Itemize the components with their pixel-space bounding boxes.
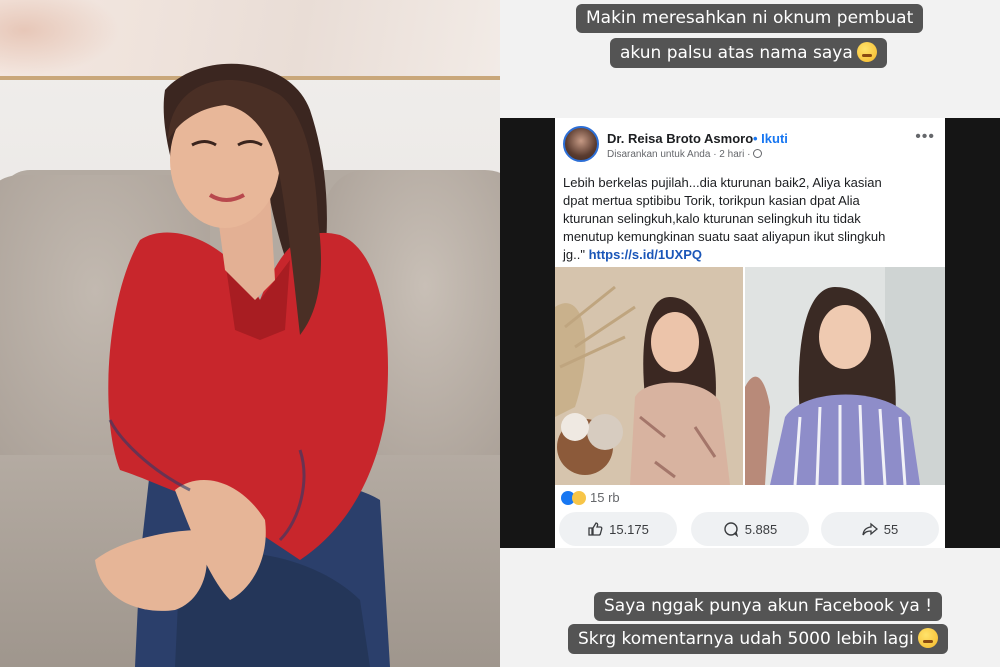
- post-body-line: menutup kemungkinan suatu saat aliyapun …: [563, 229, 886, 244]
- post-body-line: kturunan selingkuh,kalo kturunan selingk…: [563, 211, 861, 226]
- share-count: 55: [883, 521, 899, 537]
- facebook-post-card: Dr. Reisa Broto Asmoro • Ikuti Disaranka…: [555, 118, 945, 548]
- post-photo-right[interactable]: [745, 267, 945, 485]
- post-body-line: dpat mertua sptibibu Torik, torikpun kas…: [563, 193, 860, 208]
- haha-reaction-icon: [572, 491, 586, 505]
- top-caption-text2: akun palsu atas nama saya: [620, 43, 853, 63]
- woman-figure: [95, 63, 390, 667]
- reactions-summary[interactable]: 15 rb: [561, 490, 620, 505]
- woman-floral-blouse-illustration: [555, 267, 743, 485]
- share-button[interactable]: 55: [821, 512, 939, 546]
- top-caption-line1: Makin meresahkan ni oknum pembuat: [576, 4, 924, 33]
- top-caption-text1: Makin meresahkan ni oknum pembuat: [586, 8, 914, 28]
- author-name[interactable]: Dr. Reisa Broto Asmoro: [607, 131, 753, 146]
- woman-striped-shirt-illustration: [745, 267, 945, 485]
- post-meta: Disarankan untuk Anda · 2 hari ·: [607, 149, 763, 160]
- post-photo-left[interactable]: [555, 267, 743, 485]
- portrait-photo: [0, 0, 500, 667]
- like-icon: [588, 522, 603, 536]
- bottom-caption-text1: Saya nggak punya akun Facebook ya !: [604, 596, 933, 616]
- top-caption-line2: akun palsu atas nama saya: [610, 38, 887, 68]
- more-icon[interactable]: •••: [915, 128, 935, 146]
- post-actions: 15.175 5.885 55: [555, 512, 945, 548]
- post-link[interactable]: https://s.id/1UXPQ: [589, 247, 702, 262]
- like-button[interactable]: 15.175: [559, 512, 677, 546]
- like-count: 15.175: [609, 521, 649, 537]
- suggested-label: Disarankan untuk Anda: [607, 149, 711, 160]
- share-icon: [862, 522, 878, 536]
- angry-face-emoji-icon: [856, 42, 877, 62]
- bottom-caption-line1: Saya nggak punya akun Facebook ya !: [594, 592, 943, 621]
- comment-icon: [724, 522, 738, 537]
- reaction-count: 15 rb: [590, 490, 620, 505]
- comment-count: 5.885: [744, 521, 778, 537]
- post-body-text: jg..": [563, 247, 589, 262]
- post-time: · 2 hari ·: [713, 149, 751, 160]
- bottom-caption-line2: Skrg komentarnya udah 5000 lebih lagi: [568, 624, 948, 654]
- follow-button[interactable]: • Ikuti: [753, 131, 788, 146]
- post-header: Dr. Reisa Broto Asmoro • Ikuti Disaranka…: [555, 118, 945, 168]
- post-body: Lebih berkelas pujilah...dia kturunan ba…: [563, 174, 935, 264]
- bottom-caption-text2: Skrg komentarnya udah 5000 lebih lagi: [578, 629, 914, 649]
- instagram-story-panel: Makin meresahkan ni oknum pembuat akun p…: [500, 0, 1000, 667]
- author-avatar[interactable]: [563, 126, 599, 162]
- shocked-face-emoji-icon: [917, 628, 938, 648]
- post-photos[interactable]: [555, 267, 945, 485]
- globe-icon: [753, 149, 763, 158]
- post-body-line: jg.." https://s.id/1UXPQ: [563, 246, 935, 264]
- post-body-line: Lebih berkelas pujilah...dia kturunan ba…: [563, 175, 882, 190]
- comment-button[interactable]: 5.885: [691, 512, 809, 546]
